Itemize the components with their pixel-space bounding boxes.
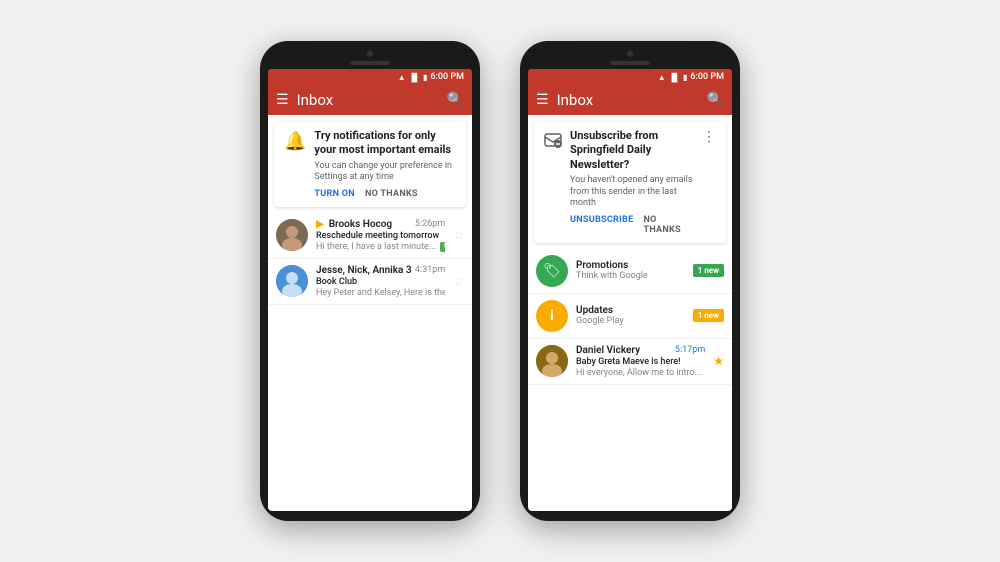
signal-icon-2: ▐▌ — [669, 73, 680, 82]
phone-1-screen: ▲ ▐▌ ▮ 6:00 PM ☰ Inbox 🔍 🔔 Try notificat… — [268, 69, 472, 511]
email-subject-1: Reschedule meeting tomorrow — [316, 231, 445, 241]
phone-camera-2 — [627, 51, 633, 57]
work-tag: Work — [440, 242, 445, 252]
email-sender-1: ▶ Brooks Hocog — [316, 219, 392, 230]
status-icons-2: ▲ ▐▌ ▮ 6:00 PM — [658, 72, 724, 82]
status-bar-2: ▲ ▐▌ ▮ 6:00 PM — [528, 69, 732, 85]
email-item-1[interactable]: ▶ Brooks Hocog 5:26pm Reschedule meeting… — [268, 213, 472, 259]
unsubscribe-card: Unsubscribe from Springfield Daily Newsl… — [534, 121, 726, 243]
notification-actions: TURN ON NO THANKS — [314, 189, 456, 199]
status-time-1: 6:00 PM — [430, 72, 464, 82]
updates-category[interactable]: i Updates Google Play 1 new — [528, 294, 732, 339]
email-header-2: Jesse, Nick, Annika 3 4:31pm — [316, 265, 445, 276]
email-sender-daniel: Daniel Vickery — [576, 345, 640, 356]
promotions-sub: Think with Google — [576, 271, 685, 281]
category-list: 🏷 Promotions Think with Google 1 new i U… — [528, 249, 732, 511]
status-time-2: 6:00 PM — [690, 72, 724, 82]
gmail-toolbar-1: ☰ Inbox 🔍 — [268, 85, 472, 115]
gmail-toolbar-2: ☰ Inbox 🔍 — [528, 85, 732, 115]
battery-icon-2: ▮ — [683, 73, 687, 82]
updates-name: Updates — [576, 305, 685, 316]
battery-icon: ▮ — [423, 73, 427, 82]
notification-title: Try notifications for only your most imp… — [314, 129, 456, 158]
bell-icon: 🔔 — [284, 131, 306, 199]
email-header-1: ▶ Brooks Hocog 5:26pm — [316, 219, 445, 230]
no-thanks-button-2[interactable]: NO THANKS — [643, 215, 694, 235]
email-content-1: ▶ Brooks Hocog 5:26pm Reschedule meeting… — [316, 219, 445, 252]
promotions-badge: 1 new — [693, 264, 724, 277]
star-icon-2[interactable]: ☆ — [453, 274, 464, 288]
email-item-2[interactable]: Jesse, Nick, Annika 3 4:31pm Book Club H… — [268, 259, 472, 305]
email-sender-2: Jesse, Nick, Annika 3 — [316, 265, 412, 276]
wifi-icon-2: ▲ — [658, 73, 666, 82]
promotions-category[interactable]: 🏷 Promotions Think with Google 1 new — [528, 249, 732, 294]
notification-content: Try notifications for only your most imp… — [314, 129, 456, 199]
toolbar-title-1: Inbox — [297, 91, 439, 109]
signal-icon: ▐▌ — [409, 73, 420, 82]
phone-speaker-2 — [610, 61, 650, 65]
arrow-icon: ▶ — [316, 219, 324, 230]
promotions-name: Promotions — [576, 260, 685, 271]
phone-camera — [367, 51, 373, 57]
unsubscribe-actions: UNSUBSCRIBE NO THANKS — [570, 215, 694, 235]
star-icon-daniel[interactable]: ★ — [713, 354, 724, 368]
updates-sub: Google Play — [576, 316, 685, 326]
email-header-daniel: Daniel Vickery 5:17pm — [576, 345, 705, 356]
unsubscribe-body: You haven't opened any emails from this … — [570, 175, 694, 210]
more-options-icon[interactable]: ⋮ — [702, 129, 716, 235]
email-preview-daniel: Hi everyone, Allow me to intro... — [576, 368, 705, 378]
avatar-daniel — [536, 345, 568, 377]
notification-body: You can change your preference in Settin… — [314, 161, 456, 184]
email-preview-2: Hey Peter and Kelsey, Here is the list..… — [316, 288, 445, 298]
email-time-2: 4:31pm — [415, 265, 445, 275]
hamburger-icon-2[interactable]: ☰ — [536, 92, 549, 108]
star-icon-1[interactable]: ☆ — [453, 228, 464, 242]
unsubscribe-content: Unsubscribe from Springfield Daily Newsl… — [570, 129, 694, 235]
unsubscribe-title: Unsubscribe from Springfield Daily Newsl… — [570, 129, 694, 172]
email-item-daniel[interactable]: Daniel Vickery 5:17pm Baby Greta Maeve i… — [528, 339, 732, 385]
hamburger-icon-1[interactable]: ☰ — [276, 92, 289, 108]
updates-content: Updates Google Play — [576, 305, 685, 326]
unsubscribe-button[interactable]: UNSUBSCRIBE — [570, 215, 633, 235]
email-time-daniel: 5:17pm — [675, 345, 705, 355]
status-bar-1: ▲ ▐▌ ▮ 6:00 PM — [268, 69, 472, 85]
toolbar-title-2: Inbox — [557, 91, 699, 109]
phone-speaker — [350, 61, 390, 65]
no-thanks-button-1[interactable]: NO THANKS — [365, 189, 418, 199]
turn-on-button[interactable]: TURN ON — [314, 189, 355, 199]
notification-card: 🔔 Try notifications for only your most i… — [274, 121, 466, 207]
updates-badge: 1 new — [693, 309, 724, 322]
email-time-1: 5:26pm — [415, 219, 445, 229]
email-subject-daniel: Baby Greta Maeve is here! — [576, 357, 705, 367]
promotions-icon: 🏷 — [536, 255, 568, 287]
avatar-jesse — [276, 265, 308, 297]
search-icon-2[interactable]: 🔍 — [707, 92, 724, 108]
phone-1: ▲ ▐▌ ▮ 6:00 PM ☰ Inbox 🔍 🔔 Try notificat… — [260, 41, 480, 521]
email-preview-1: Hi there, I have a last minute... Work — [316, 242, 445, 252]
search-icon-1[interactable]: 🔍 — [447, 92, 464, 108]
email-content-2: Jesse, Nick, Annika 3 4:31pm Book Club H… — [316, 265, 445, 298]
wifi-icon: ▲ — [398, 73, 406, 82]
email-content-daniel: Daniel Vickery 5:17pm Baby Greta Maeve i… — [576, 345, 705, 378]
avatar-brooks — [276, 219, 308, 251]
phone-2-screen: ▲ ▐▌ ▮ 6:00 PM ☰ Inbox 🔍 Un — [528, 69, 732, 511]
email-list-1: ▶ Brooks Hocog 5:26pm Reschedule meeting… — [268, 213, 472, 511]
promotions-content: Promotions Think with Google — [576, 260, 685, 281]
unsubscribe-icon — [544, 131, 562, 235]
status-icons-1: ▲ ▐▌ ▮ 6:00 PM — [398, 72, 464, 82]
email-subject-2: Book Club — [316, 277, 445, 287]
phone-2: ▲ ▐▌ ▮ 6:00 PM ☰ Inbox 🔍 Un — [520, 41, 740, 521]
updates-icon: i — [536, 300, 568, 332]
